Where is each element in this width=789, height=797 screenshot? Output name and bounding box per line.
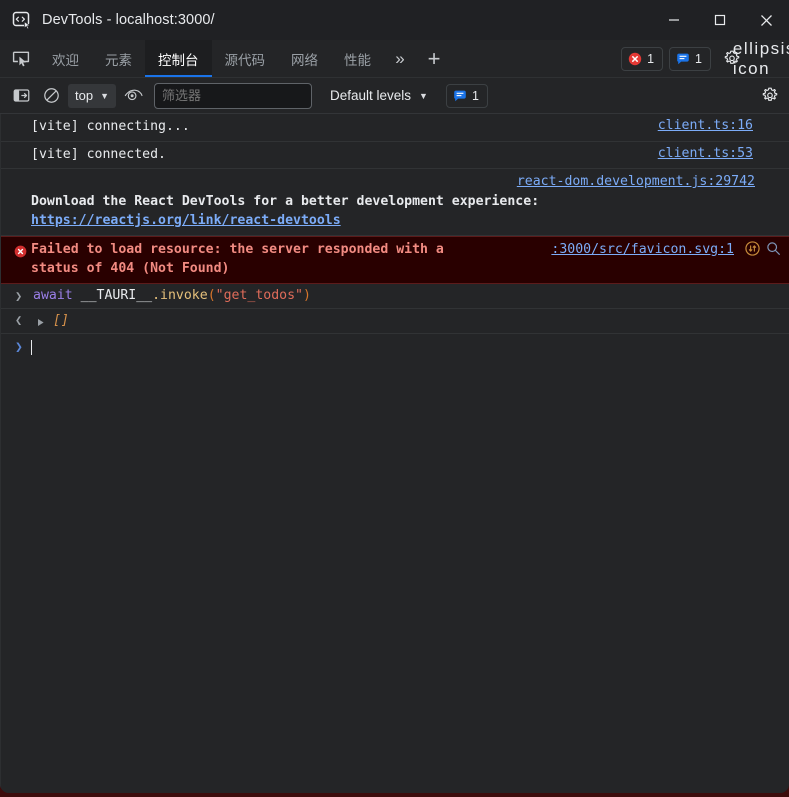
console-command-code: await __TAURI__.invoke("get_todos"): [1, 288, 789, 303]
tab-label: 性能: [344, 52, 371, 68]
source-link[interactable]: client.ts:53: [658, 146, 753, 161]
source-link[interactable]: client.ts:16: [658, 118, 753, 133]
console-row-vite-connecting[interactable]: [vite] connecting... client.ts:16: [1, 114, 789, 142]
search-icon[interactable]: [766, 241, 781, 260]
react-devtools-link[interactable]: https://reactjs.org/link/react-devtools: [31, 213, 341, 228]
error-circle-icon: [14, 245, 27, 258]
minimize-button[interactable]: [651, 0, 697, 40]
toolbar-message-count: 1: [471, 88, 479, 103]
maximize-button[interactable]: [697, 0, 743, 40]
result-back-chevron-icon: ❮: [15, 313, 23, 328]
filter-input[interactable]: [154, 82, 312, 109]
context-label: top: [75, 88, 94, 103]
tab-label: 网络: [291, 52, 318, 68]
tab-performance[interactable]: 性能: [331, 40, 384, 77]
console-row-react-devtools[interactable]: react-dom.development.js:29742 Download …: [1, 169, 789, 236]
message-bubble-icon: [677, 53, 689, 64]
source-link[interactable]: react-dom.development.js:29742: [1, 172, 789, 191]
text-caret: [30, 339, 33, 355]
console-message-text: Download the React DevTools for a better…: [1, 192, 789, 230]
tab-label: 源代码: [224, 52, 266, 68]
console-prompt-row[interactable]: ❯: [1, 334, 789, 360]
panel-tab-bar: 欢迎 元素 控制台 源代码 网络 性能 » + 1 1 ellipsi icon: [0, 39, 789, 78]
window-title: DevTools - localhost:3000/: [42, 12, 215, 28]
gear-icon[interactable]: [757, 83, 783, 109]
console-row-error[interactable]: Failed to load resource: the server resp…: [1, 235, 789, 285]
console-message-list[interactable]: [vite] connecting... client.ts:16 [vite]…: [0, 114, 789, 793]
title-bar: DevTools - localhost:3000/: [0, 0, 789, 40]
devtools-window: DevTools - localhost:3000/ 欢迎 元素 控制台 源代码…: [0, 0, 789, 793]
tab-network[interactable]: 网络: [278, 40, 331, 77]
error-count-badge[interactable]: 1: [621, 46, 664, 71]
tab-bar-right-controls: 1 1 ellipsis-icon: [621, 39, 789, 78]
error-row-actions: [745, 241, 781, 260]
devtools-icon: [11, 9, 33, 31]
inspect-element-icon[interactable]: [3, 40, 39, 77]
toolbar-message-count-badge[interactable]: 1: [445, 83, 488, 108]
console-sidebar-icon[interactable]: [8, 83, 34, 109]
tab-label: 元素: [105, 52, 132, 68]
code-close-paren: ): [302, 288, 311, 304]
tab-label: 欢迎: [52, 52, 79, 68]
live-expression-eye-icon[interactable]: [120, 83, 146, 109]
tab-console[interactable]: 控制台: [145, 40, 212, 77]
code-open-paren: (: [207, 288, 216, 304]
react-message-prefix: Download the React DevTools for a better…: [31, 193, 540, 209]
clear-console-icon[interactable]: [38, 83, 64, 109]
tab-welcome[interactable]: 欢迎: [39, 40, 92, 77]
chevron-down-icon: ▼: [100, 90, 109, 101]
log-level-selector[interactable]: Default levels ▼: [326, 84, 432, 108]
window-controls: [651, 0, 789, 40]
expand-triangle-icon[interactable]: [37, 316, 45, 331]
code-property: .invoke: [152, 288, 208, 304]
tab-label: 控制台: [158, 52, 199, 68]
message-bubble-icon: [454, 90, 466, 101]
message-count: 1: [695, 51, 702, 66]
console-row-vite-connected[interactable]: [vite] connected. client.ts:53: [1, 142, 789, 170]
close-button[interactable]: [743, 0, 789, 40]
error-count: 1: [647, 51, 655, 66]
source-link[interactable]: :3000/src/favicon.svg:1: [551, 242, 734, 257]
code-keyword: await: [33, 288, 73, 304]
more-tabs-chevron-icon[interactable]: »: [384, 40, 416, 77]
network-request-icon[interactable]: [745, 241, 760, 260]
console-row-command[interactable]: ❯ await __TAURI__.invoke("get_todos"): [1, 284, 789, 310]
result-value: []: [53, 313, 69, 329]
tab-elements[interactable]: 元素: [92, 40, 145, 77]
log-level-label: Default levels: [330, 88, 412, 103]
prompt-chevron-icon: ❯: [15, 339, 23, 355]
command-chevron-icon: ❯: [15, 289, 23, 304]
execution-context-selector[interactable]: top ▼: [68, 83, 116, 108]
console-row-result[interactable]: ❮ []: [1, 309, 789, 335]
tab-sources[interactable]: 源代码: [212, 40, 279, 77]
code-identifier: __TAURI__: [72, 288, 153, 304]
chevron-down-icon: ▼: [419, 90, 428, 101]
code-string: "get_todos": [215, 288, 303, 304]
message-count-badge[interactable]: 1: [669, 46, 711, 71]
console-toolbar: top ▼ Default levels ▼ 1: [0, 78, 789, 114]
add-panel-button[interactable]: +: [416, 40, 452, 77]
error-circle-icon: [628, 52, 642, 65]
ellipsis-icon[interactable]: ellipsis-icon: [733, 39, 789, 78]
